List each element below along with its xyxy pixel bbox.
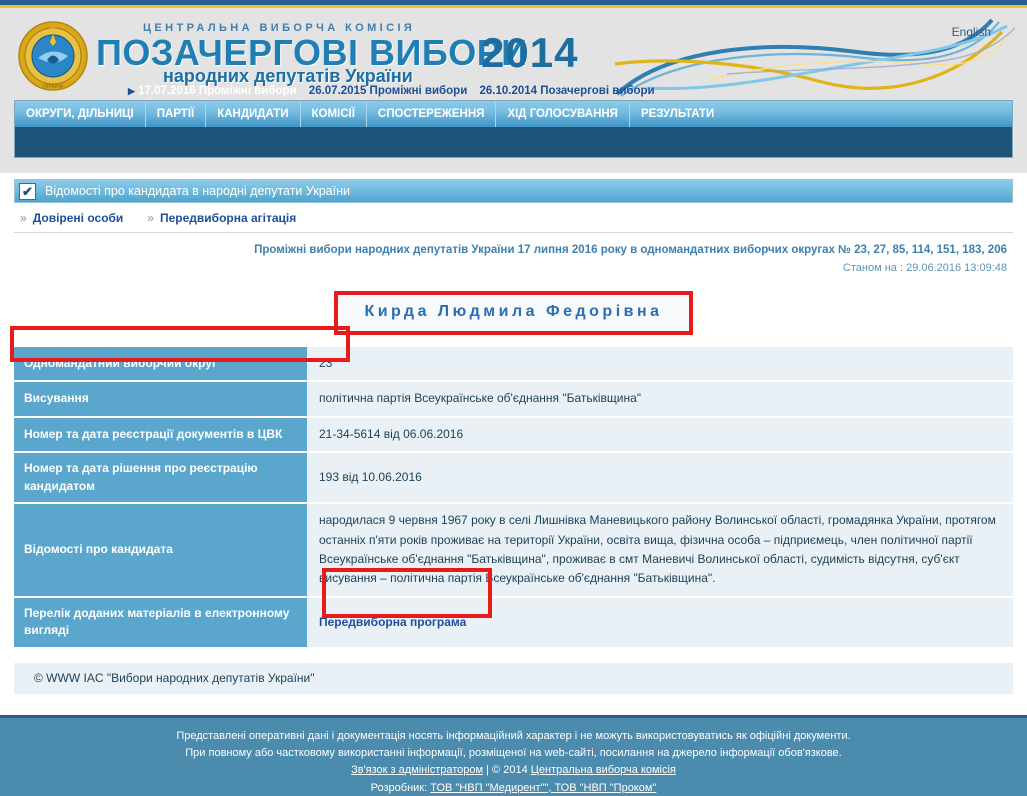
section-title: Відомості про кандидата в народні депута… <box>45 184 350 198</box>
table-row: Перелік доданих матеріалів в електронном… <box>14 596 1013 649</box>
footer-developer-link[interactable]: ТОВ "НВП "Медирент"", ТОВ "НВП "Проком" <box>430 782 656 794</box>
election-year: 2014 <box>481 29 579 76</box>
table-row: Номер та дата реєстрації документів в ЦВ… <box>14 416 1013 454</box>
nav-item-partii[interactable]: ПАРТІЇ <box>146 101 207 127</box>
election-description: Проміжні вибори народних депутатів Украї… <box>254 244 1007 256</box>
row-value-materials: Передвиборна програма <box>307 596 1013 649</box>
footer-copyright: | © 2014 <box>486 763 528 776</box>
row-value-decision: 193 від 10.06.2016 <box>307 452 1013 505</box>
candidate-name-highlight: Кирда Людмила Федорівна <box>334 291 693 335</box>
breadcrumb-link-trusted-persons[interactable]: Довірені особи <box>33 211 124 225</box>
english-language-link[interactable]: English <box>952 25 991 39</box>
page-subtitle: народних депутатів України <box>163 66 413 86</box>
main-navigation: ОКРУГИ, ДІЛЬНИЦІ ПАРТІЇ КАНДИДАТИ КОМІСІ… <box>14 100 1013 127</box>
masthead: УКРАЇНИ ЦЕНТРАЛЬНА ВИБОРЧА КОМІСІЯ ПОЗАЧ… <box>0 8 1027 100</box>
arrow-icon: ▶ <box>128 86 135 96</box>
footer-cvk-link[interactable]: Центральна виборча комісія <box>531 764 676 776</box>
row-value-district: 23 <box>307 347 1013 383</box>
page-footer: Представлені оперативні дані і документа… <box>0 714 1027 796</box>
check-glyph: ✔ <box>22 183 33 199</box>
footer-disclaimer-line1: Представлені оперативні дані і документа… <box>176 729 851 742</box>
row-label-district: Одномандатний виборчий округ <box>14 347 307 383</box>
masthead-bottom-gap <box>0 158 1027 173</box>
row-label-biography: Відомості про кандидата <box>14 503 307 598</box>
table-row: Відомості про кандидата народилася 9 чер… <box>14 503 1013 598</box>
breadcrumb-link-campaigning[interactable]: Передвиборна агітація <box>160 211 296 225</box>
breadcrumb: » Довірені особи » Передвиборна агітація <box>14 203 1013 233</box>
as-of-timestamp: Станом на : 29.06.2016 13:09:48 <box>842 262 1007 274</box>
nav-item-komisii[interactable]: КОМІСІЇ <box>301 101 367 127</box>
footer-developer-label: Розробник: <box>370 781 428 794</box>
svg-text:УКРАЇНИ: УКРАЇНИ <box>42 83 63 90</box>
page-content: ✔ Відомості про кандидата в народні депу… <box>0 179 1027 694</box>
row-label-materials: Перелік доданих матеріалів в електронном… <box>14 596 307 649</box>
footer-links-row: Зв'язок з адміністратором | © 2014 Центр… <box>0 762 1027 779</box>
checkbox-icon: ✔ <box>19 182 36 200</box>
decorative-swoosh <box>614 18 1016 97</box>
election-program-link[interactable]: Передвиборна програма <box>319 615 466 629</box>
candidate-info-table: Одномандатний виборчий округ 23 Висуванн… <box>14 347 1013 649</box>
footer-disclaimer-line2: При повному або частковому використанні … <box>185 746 842 759</box>
election-link-2014[interactable]: 26.10.2014 Позачергові вибори <box>479 85 654 97</box>
row-value-biography: народилася 9 червня 1967 року в селі Лиш… <box>307 503 1013 598</box>
election-links: ▶ 17.07.2016 Проміжні вибори 26.07.2015 … <box>128 85 664 97</box>
footer-admin-link[interactable]: Зв'язок з адміністратором <box>351 764 483 776</box>
table-row: Висування політична партія Всеукраїнське… <box>14 381 1013 418</box>
nav-item-sposterezhennya[interactable]: СПОСТЕРЕЖЕННЯ <box>367 101 497 127</box>
breadcrumb-separator-1: » <box>20 211 27 225</box>
nav-dark-band <box>14 127 1013 158</box>
cvk-emblem-icon: УКРАЇНИ <box>18 21 88 91</box>
candidate-name: Кирда Людмила Федорівна <box>364 303 663 320</box>
breadcrumb-separator-2: » <box>147 211 154 225</box>
footer-developer-row: Розробник: ТОВ "НВП "Медирент"", ТОВ "НВ… <box>0 780 1027 796</box>
nav-wrapper: ОКРУГИ, ДІЛЬНИЦІ ПАРТІЇ КАНДИДАТИ КОМІСІ… <box>0 100 1027 158</box>
nav-item-kandydaty[interactable]: КАНДИДАТИ <box>206 101 301 127</box>
row-label-decision: Номер та дата рішення про реєстрацію кан… <box>14 452 307 505</box>
table-row: Одномандатний виборчий округ 23 <box>14 347 1013 383</box>
election-link-2015[interactable]: 26.07.2015 Проміжні вибори <box>309 85 467 97</box>
election-link-2016[interactable]: 17.07.2016 Проміжні вибори <box>138 85 296 97</box>
section-header-bar: ✔ Відомості про кандидата в народні депу… <box>14 179 1013 203</box>
table-row: Номер та дата рішення про реєстрацію кан… <box>14 452 1013 505</box>
nav-item-rezultaty[interactable]: РЕЗУЛЬТАТИ <box>630 102 725 127</box>
row-value-doc-registration: 21-34-5614 від 06.06.2016 <box>307 416 1013 454</box>
nav-item-khid-holosuvannya[interactable]: ХІД ГОЛОСУВАННЯ <box>496 101 630 127</box>
row-value-nomination: політична партія Всеукраїнське об'єднанн… <box>307 381 1013 418</box>
row-label-nomination: Висування <box>14 381 307 418</box>
candidate-name-wrapper: Кирда Людмила Федорівна <box>14 291 1013 335</box>
nav-item-okrugy[interactable]: ОКРУГИ, ДІЛЬНИЦІ <box>15 101 146 127</box>
row-label-doc-registration: Номер та дата реєстрації документів в ЦВ… <box>14 416 307 454</box>
copyright-strip: © WWW IAC "Вибори народних депутатів Укр… <box>14 660 1013 694</box>
